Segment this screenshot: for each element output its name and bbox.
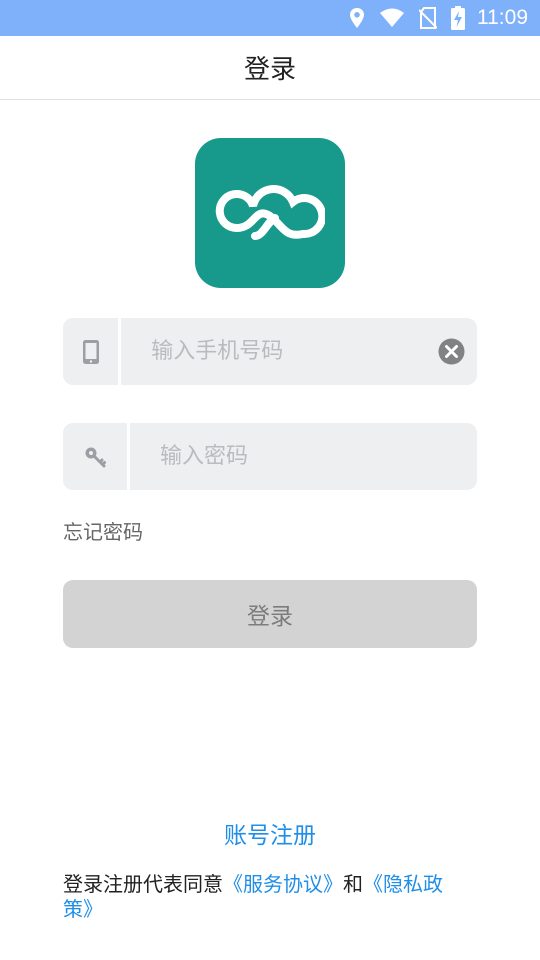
app-logo	[195, 138, 345, 288]
agreement-and: 和	[343, 872, 363, 896]
phone-icon	[63, 318, 122, 385]
status-bar: 11:09	[0, 0, 540, 36]
location-icon	[349, 7, 365, 29]
password-input[interactable]	[130, 423, 477, 490]
login-button[interactable]: 登录	[63, 580, 477, 648]
no-sim-icon	[419, 7, 437, 29]
cloud-logo-icon	[215, 185, 325, 240]
clear-phone-button[interactable]	[425, 318, 477, 385]
page-title: 登录	[243, 55, 296, 85]
phone-field	[63, 318, 477, 385]
app-header: 登录	[0, 36, 540, 100]
wifi-icon	[379, 8, 405, 28]
register-link[interactable]: 账号注册	[0, 816, 540, 850]
battery-charging-icon	[451, 6, 465, 30]
status-time: 11:09	[477, 6, 528, 29]
key-icon	[63, 423, 130, 490]
service-agreement-link[interactable]: 《服务协议》	[223, 872, 343, 896]
phone-input[interactable]	[121, 318, 426, 385]
clear-icon	[438, 338, 465, 365]
agreement-text: 登录注册代表同意《服务协议》和《隐私政策》	[63, 872, 453, 922]
agreement-prefix: 登录注册代表同意	[63, 872, 223, 896]
forgot-password-link[interactable]: 忘记密码	[63, 516, 143, 545]
password-field	[63, 423, 477, 490]
